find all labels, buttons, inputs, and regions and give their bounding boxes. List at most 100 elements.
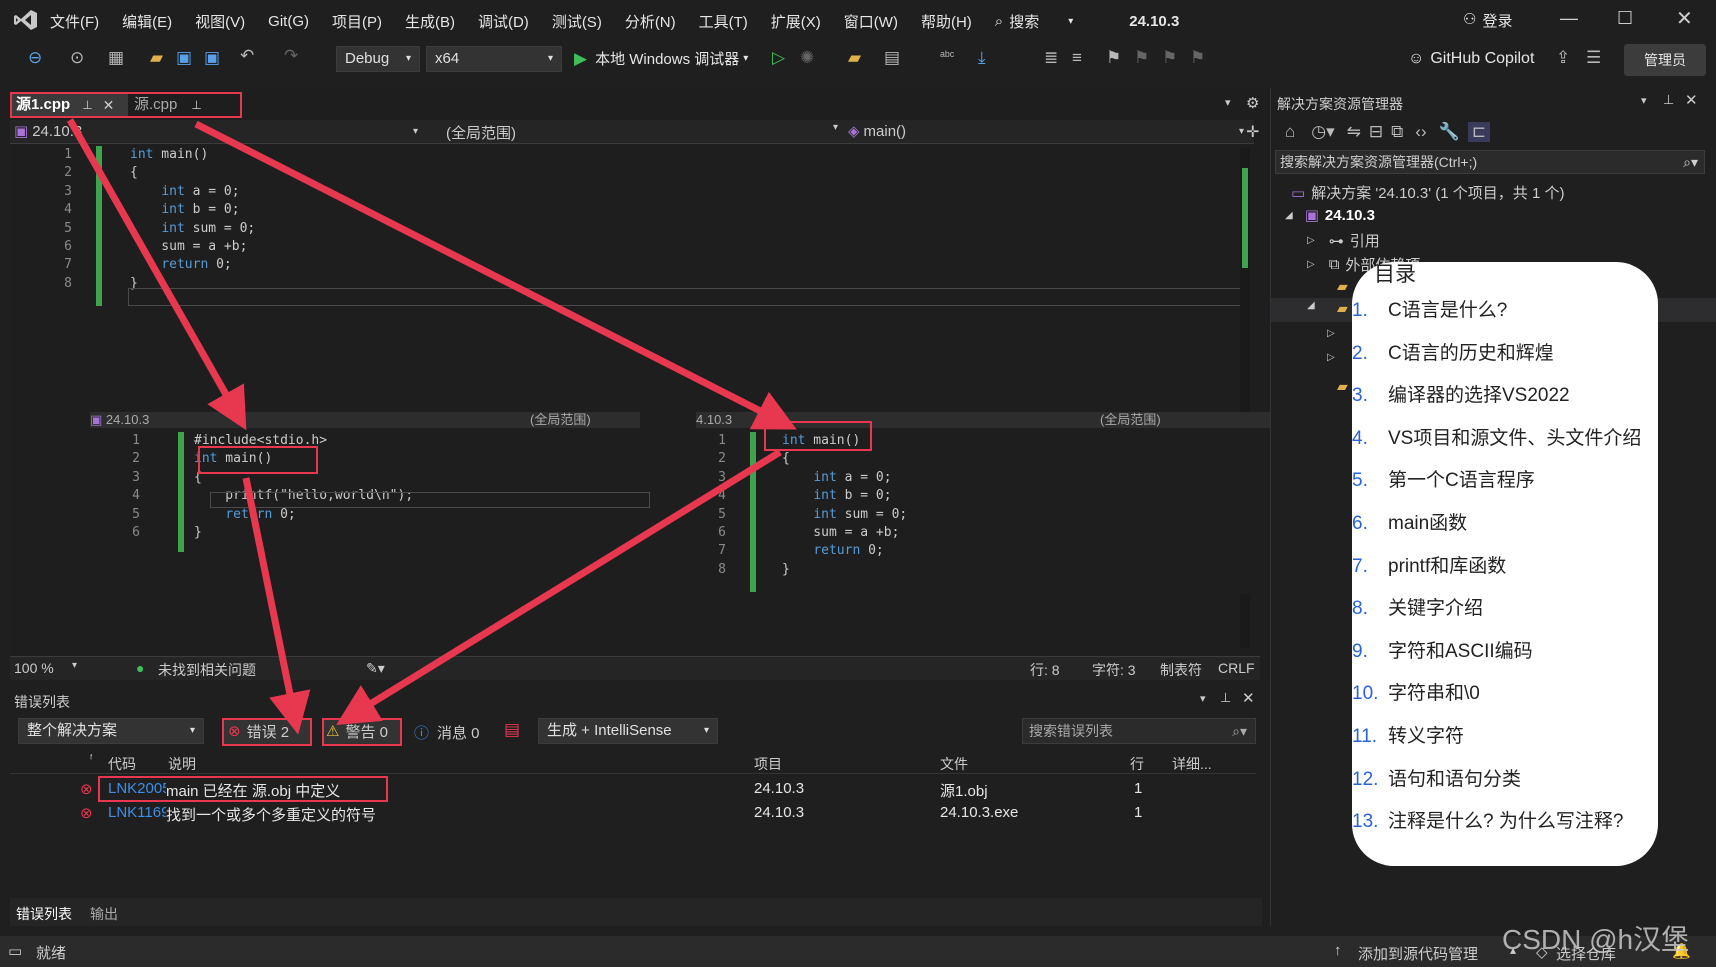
- function-dropdown[interactable]: ◈ main() ▾: [848, 122, 1244, 141]
- code-icon[interactable]: ‹›: [1415, 122, 1426, 142]
- toc-item[interactable]: 11. 转义字符: [1352, 716, 1652, 759]
- header-code[interactable]: 代码: [108, 754, 136, 774]
- undo-icon[interactable]: ↶: [240, 46, 254, 66]
- menu-file[interactable]: 文件(F): [50, 11, 99, 32]
- toc-item[interactable]: 8. 关键字介绍: [1352, 588, 1652, 631]
- references-node[interactable]: ▷ ⊶ 引用: [1307, 230, 1380, 251]
- solution-search-input[interactable]: 搜索解决方案资源管理器(Ctrl+;) ⌕▾: [1275, 150, 1705, 174]
- scrollbar-thumb[interactable]: [1242, 168, 1248, 268]
- chevron-down-icon[interactable]: ▾: [1200, 692, 1206, 705]
- menu-git[interactable]: Git(G): [268, 13, 309, 30]
- hot-reload-icon[interactable]: ✺: [800, 48, 814, 68]
- toc-item[interactable]: 4. VS项目和源文件、头文件介绍: [1352, 418, 1652, 461]
- toc-item[interactable]: 12. 语句和语句分类: [1352, 759, 1652, 802]
- issues-status[interactable]: 未找到相关问题: [158, 660, 256, 680]
- header-description[interactable]: 说明: [168, 754, 196, 774]
- menu-build[interactable]: 生成(B): [405, 11, 455, 32]
- save-all-icon[interactable]: ▣: [204, 48, 220, 68]
- copy-icon[interactable]: ⧉: [1391, 122, 1403, 142]
- collapse-arrow-icon[interactable]: ▷: [1327, 352, 1335, 363]
- pin-icon[interactable]: ⊥: [1220, 690, 1231, 706]
- settings-gear-icon[interactable]: ⚙: [1246, 94, 1259, 112]
- collapse-arrow-icon[interactable]: ▷: [1327, 328, 1335, 339]
- menu-edit[interactable]: 编辑(E): [122, 11, 172, 32]
- header-file[interactable]: 文件: [940, 754, 968, 774]
- menu-debug[interactable]: 调试(D): [478, 11, 529, 32]
- solution-node[interactable]: ▭ 解决方案 '24.10.3' (1 个项目，共 1 个): [1291, 182, 1564, 203]
- bookmark-next-icon[interactable]: ⚑: [1162, 48, 1177, 68]
- redo-icon[interactable]: ↷: [284, 46, 298, 66]
- filter-icon[interactable]: ▤: [504, 720, 520, 740]
- menu-test[interactable]: 测试(S): [552, 11, 602, 32]
- scope-dropdown[interactable]: (全局范围) ▾: [446, 122, 838, 143]
- open-folder-icon[interactable]: ▰: [150, 48, 163, 68]
- menu-window[interactable]: 窗口(W): [844, 11, 898, 32]
- folder-icon[interactable]: ▰: [1337, 300, 1348, 317]
- tab-mode[interactable]: 制表符: [1160, 660, 1202, 680]
- header-details[interactable]: 详细...: [1172, 754, 1212, 774]
- menu-project[interactable]: 项目(P): [332, 11, 382, 32]
- back-icon[interactable]: ⊖: [28, 48, 42, 68]
- sync-icon[interactable]: ⇋: [1347, 122, 1361, 142]
- filter-column-icon[interactable]: ᶠ: [90, 754, 92, 765]
- folder-icon[interactable]: ▰: [1337, 378, 1348, 395]
- toc-item[interactable]: 10. 字符串和\0: [1352, 673, 1652, 716]
- forward-icon[interactable]: ⊙: [70, 48, 84, 68]
- menu-analyze[interactable]: 分析(N): [625, 11, 676, 32]
- menu-help[interactable]: 帮助(H): [921, 11, 972, 32]
- toc-item[interactable]: 9. 字符和ASCII编码: [1352, 631, 1652, 674]
- arrow-up-icon[interactable]: ↑: [1334, 942, 1342, 959]
- scope-filter-dropdown[interactable]: 整个解决方案 ▾: [18, 718, 204, 744]
- bookmark-icon[interactable]: ⚑: [1106, 48, 1121, 68]
- save-icon[interactable]: ▣: [176, 48, 192, 68]
- menu-extensions[interactable]: 扩展(X): [771, 11, 821, 32]
- toc-item[interactable]: 5. 第一个C语言程序: [1352, 460, 1652, 503]
- toc-item[interactable]: 6. main函数: [1352, 503, 1652, 546]
- toc-item[interactable]: 3. 编译器的选择VS2022: [1352, 375, 1652, 418]
- zoom-level[interactable]: 100 %: [14, 660, 54, 676]
- spell-check-icon[interactable]: ᵃᵇᶜ: [940, 48, 954, 63]
- project-node[interactable]: ◢ ▣ 24.10.3: [1285, 206, 1375, 225]
- build-filter-dropdown[interactable]: 生成 + IntelliSense ▾: [538, 718, 718, 744]
- chevron-down-icon[interactable]: ▾: [1641, 94, 1647, 107]
- preview-icon[interactable]: ⊏: [1467, 122, 1491, 142]
- wrench-icon[interactable]: 🔧: [1439, 122, 1460, 142]
- toc-item[interactable]: 2. C语言的历史和辉煌: [1352, 333, 1652, 376]
- new-project-icon[interactable]: ▦: [108, 48, 124, 68]
- error-row[interactable]: ⊗ LNK1169 找到一个或多个多重定义的符号 24.10.3 24.10.3.exe…: [10, 802, 1256, 824]
- menu-view[interactable]: 视图(V): [195, 11, 245, 32]
- bookmark-prev-icon[interactable]: ⚑: [1134, 48, 1149, 68]
- split-icon[interactable]: ✛: [1246, 122, 1259, 142]
- bookmark-clear-icon[interactable]: ⚑: [1190, 48, 1205, 68]
- maximize-icon[interactable]: ☐: [1617, 8, 1633, 29]
- close-panel-icon[interactable]: ✕: [1242, 689, 1255, 707]
- outdent-icon[interactable]: ≡: [1072, 48, 1082, 68]
- menu-tools[interactable]: 工具(T): [699, 11, 748, 32]
- tab-overflow-icon[interactable]: ▾: [1225, 96, 1231, 109]
- toc-item[interactable]: 7. printf和库函数: [1352, 546, 1652, 589]
- login-button[interactable]: ⚇ 登录: [1463, 10, 1512, 31]
- tab-error-list[interactable]: 错误列表: [16, 904, 72, 924]
- pin-icon[interactable]: ⊥: [1663, 92, 1674, 108]
- header-project[interactable]: 项目: [754, 754, 782, 774]
- start-debugging-button[interactable]: ▶ 本地 Windows 调试器 ▾: [574, 48, 748, 69]
- cleanup-icon[interactable]: ✎▾: [366, 660, 385, 677]
- layout-icon[interactable]: ▤: [884, 48, 900, 68]
- platform-dropdown[interactable]: x64 ▾: [426, 46, 562, 72]
- feedback-icon[interactable]: ☰: [1586, 48, 1601, 68]
- close-icon[interactable]: ✕: [1676, 6, 1693, 31]
- indent-icon[interactable]: ≣: [1044, 48, 1058, 68]
- expand-icon[interactable]: ◢: [1307, 300, 1315, 311]
- config-dropdown[interactable]: Debug ▾: [336, 46, 420, 72]
- line-ending[interactable]: CRLF: [1218, 660, 1255, 676]
- close-panel-icon[interactable]: ✕: [1685, 91, 1698, 109]
- chevron-down-icon[interactable]: ▾: [72, 660, 77, 671]
- copilot-button[interactable]: ☺ GitHub Copilot: [1408, 50, 1534, 68]
- tab-output[interactable]: 输出: [90, 904, 118, 924]
- start-without-debugging-icon[interactable]: ▷: [772, 48, 785, 68]
- add-source-control[interactable]: 添加到源代码管理: [1358, 943, 1478, 964]
- project-dropdown[interactable]: ▣ 24.10.3 ▾: [14, 122, 418, 141]
- share-icon[interactable]: ⇪: [1556, 48, 1570, 68]
- toc-item[interactable]: 13. 注释是什么? 为什么写注释?: [1352, 801, 1652, 844]
- messages-filter-button[interactable]: ⓘ 消息 0: [414, 722, 480, 743]
